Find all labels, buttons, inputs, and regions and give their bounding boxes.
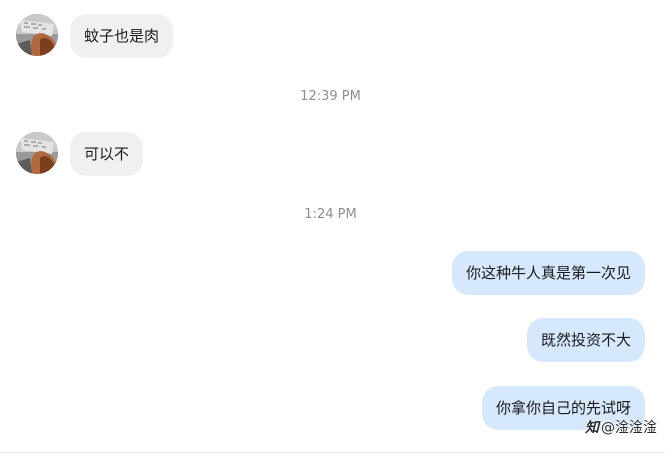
message-bubble-incoming[interactable]: 蚊子也是肉: [70, 14, 174, 58]
avatar-image: [16, 14, 58, 56]
watermark: 知 @淦淦淦: [585, 417, 657, 437]
avatar[interactable]: [16, 14, 58, 56]
zhihu-logo-icon: 知: [585, 420, 599, 436]
timestamp: 12:39 PM: [300, 89, 361, 104]
chat-thread: 蚊子也是肉 12:39 PM 可以不 1:24 PM 你这种牛人真是第一次见 既…: [0, 0, 665, 459]
watermark-text: @淦淦淦: [601, 420, 657, 436]
bottom-divider: [0, 452, 665, 453]
timestamp: 1:24 PM: [304, 207, 357, 222]
message-bubble-outgoing[interactable]: 既然投资不大: [526, 318, 645, 362]
message-row-incoming: 可以不: [16, 132, 144, 176]
avatar[interactable]: [16, 132, 58, 174]
avatar-image: [16, 132, 58, 174]
message-bubble-outgoing[interactable]: 你这种牛人真是第一次见: [451, 251, 645, 295]
message-bubble-incoming[interactable]: 可以不: [70, 132, 144, 176]
message-row-incoming: 蚊子也是肉: [16, 14, 174, 58]
